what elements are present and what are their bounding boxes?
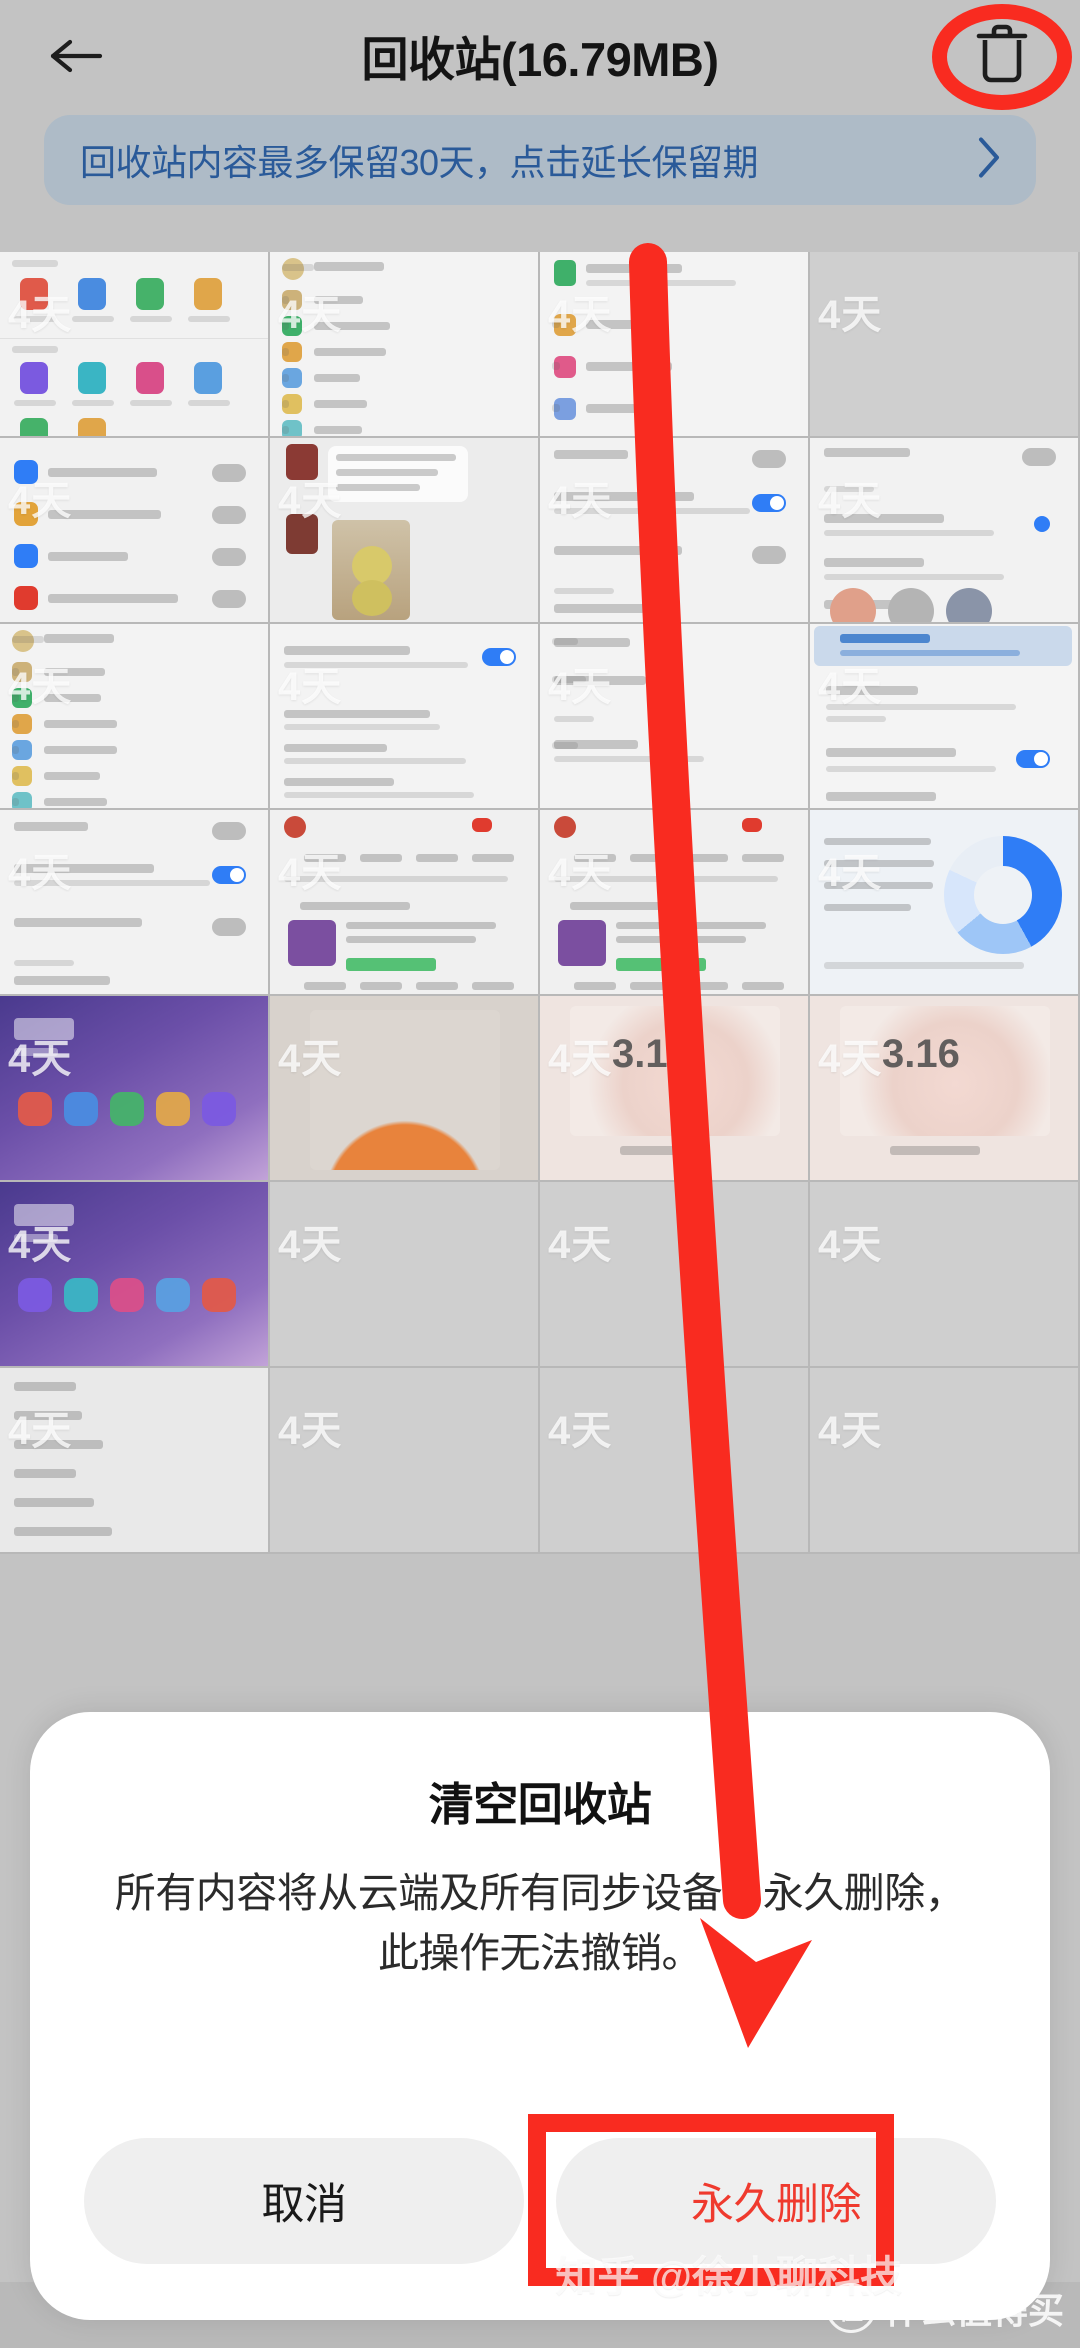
grid-thumbnail[interactable]: 4天: [270, 624, 540, 810]
grid-thumbnail[interactable]: 4天: [540, 438, 810, 624]
grid-thumbnail[interactable]: 4天: [810, 624, 1080, 810]
grid-thumbnail[interactable]: 4天: [0, 996, 270, 1182]
thumbnail-preview: [0, 996, 268, 1180]
days-remaining-label: 4天: [8, 293, 73, 337]
grid-thumbnail[interactable]: 4天: [810, 1182, 1080, 1368]
thumbnail-preview: [810, 624, 1078, 808]
thumbnail-preview: [0, 810, 268, 994]
days-remaining-label: 4天: [548, 851, 613, 895]
thumbnail-preview: [810, 438, 1078, 622]
dialog-title: 清空回收站: [428, 1779, 652, 1830]
thumbnail-preview: 3.16: [540, 996, 808, 1180]
smzdm-logo-icon: 值: [825, 2283, 876, 2333]
days-remaining-label: 4天: [278, 293, 343, 337]
grid-thumbnail[interactable]: 4天: [0, 624, 270, 810]
grid-thumbnail[interactable]: 4天: [540, 810, 810, 996]
grid-thumbnail[interactable]: 4天: [810, 1368, 1080, 1554]
thumbnail-preview: [810, 252, 1078, 436]
grid-thumbnail[interactable]: 4天: [270, 252, 540, 438]
thumbnail-preview: [270, 1182, 538, 1366]
grid-thumbnail[interactable]: 4天: [540, 1368, 810, 1554]
thumbnail-preview: [0, 624, 268, 808]
days-remaining-label: 4天: [8, 665, 73, 709]
thumbnail-preview: [0, 1182, 268, 1366]
days-remaining-label: 4天: [278, 1037, 343, 1081]
thumbnail-preview: [270, 996, 538, 1180]
days-remaining-label: 4天: [8, 1223, 73, 1267]
watermark-smzdm: 值 什么值得买: [825, 2282, 1064, 2334]
retention-banner-label: 回收站内容最多保留30天，点击延长保留期: [80, 142, 759, 183]
days-remaining-label: 4天: [818, 1223, 883, 1267]
days-remaining-label: 4天: [818, 293, 883, 337]
watermark-smzdm-label: 什么值得买: [883, 2290, 1064, 2331]
grid-thumbnail[interactable]: 3.16 4天: [810, 996, 1080, 1182]
screen-root: 回收站(16.79MB) 回收站内容最多保留30天，点击延长保留期 4天 4天 4天…: [0, 0, 1080, 2348]
thumbnail-preview: [810, 1182, 1078, 1366]
retention-banner[interactable]: 回收站内容最多保留30天，点击延长保留期: [44, 115, 1036, 205]
grid-thumbnail[interactable]: 4天: [0, 252, 270, 438]
thumbnail-preview: [540, 1368, 808, 1552]
thumbnail-preview: [540, 438, 808, 622]
grid-thumbnail[interactable]: 4天: [810, 252, 1080, 438]
days-remaining-label: 4天: [278, 1223, 343, 1267]
days-remaining-label: 4天: [278, 479, 343, 523]
thumbnail-preview: 3.16: [810, 996, 1078, 1180]
days-remaining-label: 4天: [278, 665, 343, 709]
grid-thumbnail[interactable]: 4天: [270, 438, 540, 624]
trash-icon: [973, 22, 1031, 91]
grid-thumbnail[interactable]: 4天: [0, 438, 270, 624]
days-remaining-label: 4天: [278, 1409, 343, 1453]
days-remaining-label: 4天: [818, 851, 883, 895]
grid-thumbnail[interactable]: 4天: [540, 1182, 810, 1368]
days-remaining-label: 4天: [548, 1037, 613, 1081]
grid-thumbnail[interactable]: 4天: [0, 1182, 270, 1368]
dialog-message: 所有内容将从云端及所有同步设备中永久删除，此操作无法撤销。: [114, 1870, 966, 1976]
thumbnail-preview: [540, 1182, 808, 1366]
days-remaining-label: 4天: [548, 293, 613, 337]
thumbnail-preview: [270, 810, 538, 994]
empty-recycle-bin-button[interactable]: [966, 20, 1038, 92]
thumbnail-preview: [0, 438, 268, 622]
grid-thumbnail[interactable]: 4天: [270, 1368, 540, 1554]
grid-thumbnail[interactable]: 3.16 4天: [540, 996, 810, 1182]
days-remaining-label: 4天: [8, 1037, 73, 1081]
empty-recycle-bin-dialog: 清空回收站 所有内容将从云端及所有同步设备中永久删除，此操作无法撤销。 取消 永…: [30, 1712, 1050, 2320]
days-remaining-label: 4天: [818, 479, 883, 523]
days-remaining-label: 4天: [818, 1409, 883, 1453]
days-remaining-label: 4天: [818, 665, 883, 709]
chevron-right-icon: [976, 136, 1002, 185]
thumbnail-preview: [540, 810, 808, 994]
grid-thumbnail[interactable]: 4天: [540, 624, 810, 810]
grid-thumbnail[interactable]: 4天: [540, 252, 810, 438]
cancel-button[interactable]: 取消: [84, 2138, 524, 2264]
days-remaining-label: 4天: [278, 851, 343, 895]
thumbnail-preview: [0, 1368, 268, 1552]
thumbnail-preview: [270, 252, 538, 436]
days-remaining-label: 4天: [8, 1409, 73, 1453]
page-title: 回收站(16.79MB): [361, 32, 719, 86]
days-remaining-label: 4天: [818, 1037, 883, 1081]
app-header: 回收站(16.79MB): [0, 0, 1080, 110]
thumbnail-preview: [270, 438, 538, 622]
days-remaining-label: 4天: [548, 1223, 613, 1267]
grid-thumbnail[interactable]: 4天: [0, 810, 270, 996]
thumbnail-preview: [810, 810, 1078, 994]
thumbnail-preview: [540, 252, 808, 436]
days-remaining-label: 4天: [548, 1409, 613, 1453]
thumbnail-preview: [540, 624, 808, 808]
grid-thumbnail[interactable]: 4天: [270, 1182, 540, 1368]
grid-thumbnail[interactable]: 4天: [810, 810, 1080, 996]
days-remaining-label: 4天: [548, 665, 613, 709]
days-remaining-label: 4天: [8, 851, 73, 895]
days-remaining-label: 4天: [8, 479, 73, 523]
thumbnail-preview: [0, 252, 268, 436]
grid-thumbnail[interactable]: 4天: [270, 810, 540, 996]
thumbnail-preview: [810, 1368, 1078, 1552]
grid-thumbnail[interactable]: 4天: [270, 996, 540, 1182]
days-remaining-label: 4天: [548, 479, 613, 523]
thumbnail-preview: [270, 624, 538, 808]
grid-thumbnail[interactable]: 4天: [810, 438, 1080, 624]
thumbnail-preview: [270, 1368, 538, 1552]
grid-thumbnail[interactable]: 4天: [0, 1368, 270, 1554]
